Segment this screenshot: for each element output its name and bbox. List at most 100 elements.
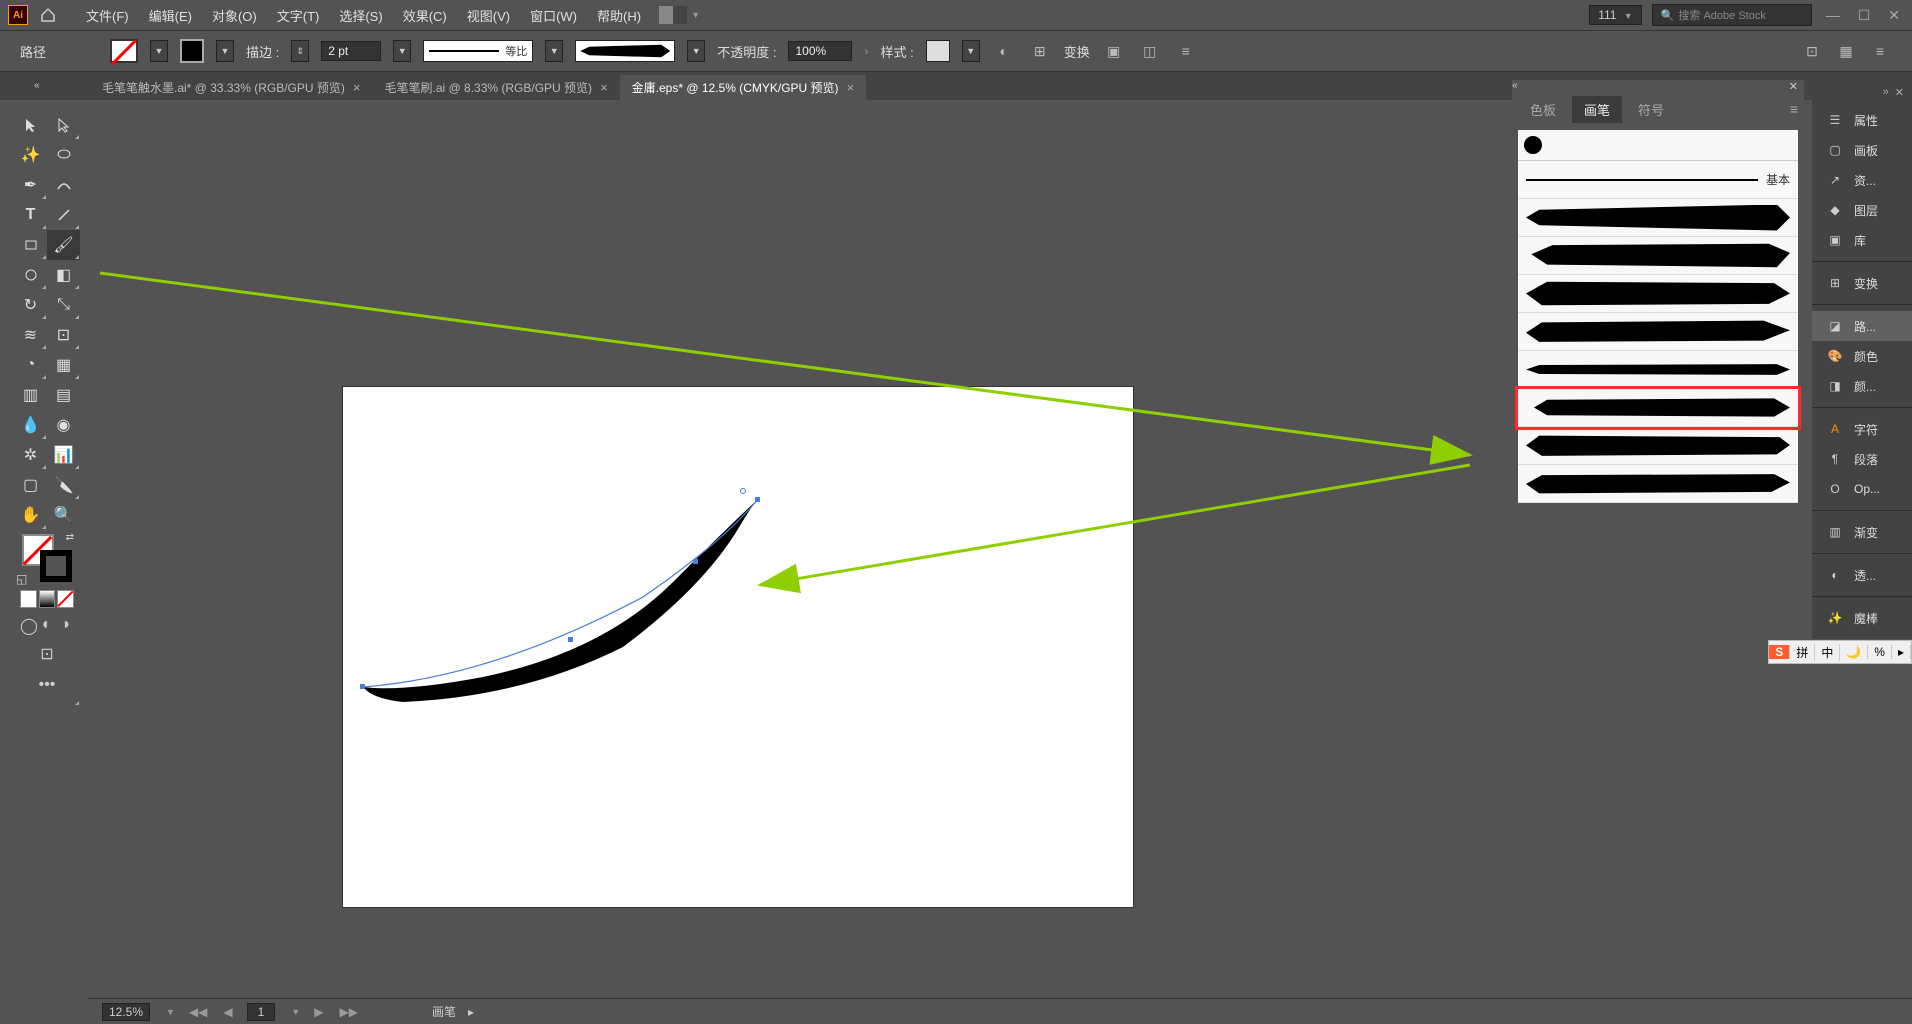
menu-edit[interactable]: 编辑(E) — [139, 6, 202, 25]
artboard-prev-icon[interactable]: ◀ — [221, 1005, 234, 1019]
draw-behind-icon[interactable]: ◐ — [42, 616, 56, 634]
curvature-tool[interactable] — [47, 170, 80, 200]
menu-view[interactable]: 视图(V) — [457, 6, 520, 25]
shape-builder-tool[interactable]: ◔ — [14, 350, 47, 380]
screen-mode-button[interactable]: ⊡ — [14, 638, 80, 670]
brush-ink-7[interactable] — [1518, 427, 1798, 465]
dock-close-icon[interactable]: ✕ — [1895, 86, 1904, 99]
dock-transparency[interactable]: ◐透... — [1812, 560, 1912, 590]
draw-inside-icon[interactable]: ◑ — [60, 616, 74, 634]
artboard-last-icon[interactable]: ▶▶ — [338, 1005, 360, 1019]
panel-flyout-menu-icon[interactable]: ≡ — [1790, 101, 1798, 117]
type-tool[interactable]: T — [14, 200, 47, 230]
dock-collapse-icon[interactable]: » — [1883, 86, 1889, 99]
stroke-weight-stepper[interactable]: ⇕ — [291, 40, 309, 62]
rectangle-tool[interactable] — [14, 230, 47, 260]
dock-layers[interactable]: ◆图层 — [1812, 195, 1912, 225]
doc-tab-3[interactable]: 金庸.eps* @ 12.5% (CMYK/GPU 预览) × — [620, 75, 867, 100]
brush-ink-4[interactable] — [1518, 313, 1798, 351]
lasso-tool[interactable] — [47, 140, 80, 170]
scale-tool[interactable]: ⤡ — [47, 290, 80, 320]
artboard-caret-icon[interactable]: ▼ — [291, 1007, 300, 1017]
brush-ink-8[interactable] — [1518, 465, 1798, 503]
direct-selection-tool[interactable] — [47, 110, 80, 140]
dock-asset-export[interactable]: ↗资... — [1812, 165, 1912, 195]
artboard-number[interactable]: 1 — [247, 1003, 276, 1021]
symbol-sprayer-tool[interactable]: ✲ — [14, 440, 47, 470]
dock-properties[interactable]: ☰属性 — [1812, 105, 1912, 135]
magic-wand-tool[interactable]: ✨ — [14, 140, 47, 170]
status-more-icon[interactable]: ▸ — [468, 1005, 474, 1019]
panel-tab-swatches[interactable]: 色板 — [1518, 96, 1568, 123]
ink-brush-stroke[interactable] — [343, 487, 843, 737]
dock-opentype[interactable]: OOp... — [1812, 474, 1912, 504]
color-mode-gradient[interactable] — [39, 590, 56, 608]
workspace-caret-icon[interactable]: ▼ — [691, 10, 700, 20]
profile-dropdown[interactable]: ▼ — [545, 40, 563, 62]
brush-ink-6-selected[interactable] — [1518, 389, 1798, 427]
tab-close-icon[interactable]: × — [600, 80, 608, 95]
paintbrush-tool[interactable]: 🖌 — [47, 230, 80, 260]
width-tool[interactable]: ≋ — [14, 320, 47, 350]
slice-tool[interactable]: 🔪 — [47, 470, 80, 500]
mesh-tool[interactable]: ▥ — [14, 380, 47, 410]
opacity-input[interactable] — [788, 41, 852, 61]
graphic-style-swatch[interactable] — [926, 40, 950, 62]
doc-tab-2[interactable]: 毛笔笔刷.ai @ 8.33% (RGB/GPU 预览) × — [373, 75, 620, 100]
panel-tab-symbols[interactable]: 符号 — [1626, 96, 1676, 123]
arrange-icon[interactable]: ≡ — [1174, 39, 1198, 63]
brush-ink-3[interactable] — [1518, 275, 1798, 313]
brush-ink-5[interactable] — [1518, 351, 1798, 389]
brush-ink-1[interactable] — [1518, 199, 1798, 237]
stroke-box[interactable] — [40, 550, 72, 582]
brush-definition-preview[interactable] — [575, 40, 675, 62]
zoom-level[interactable]: 12.5% — [102, 1003, 150, 1021]
brush-thumbnail-row[interactable] — [1518, 130, 1798, 161]
shaper-tool[interactable] — [14, 260, 47, 290]
isolate-icon[interactable]: ▣ — [1102, 39, 1126, 63]
zoom-caret-icon[interactable]: ▼ — [166, 1007, 175, 1017]
artboard-tool[interactable]: ▢ — [14, 470, 47, 500]
view-zoom-display[interactable]: 111 ▼ — [1589, 5, 1642, 25]
align-icon[interactable]: ⊞ — [1028, 39, 1052, 63]
workspace-switcher[interactable] — [659, 6, 687, 24]
dock-color-guide[interactable]: ◨颜... — [1812, 371, 1912, 401]
menu-object[interactable]: 对象(O) — [202, 6, 267, 25]
brush-ink-2[interactable] — [1518, 237, 1798, 275]
perspective-grid-tool[interactable]: ▦ — [47, 350, 80, 380]
line-segment-tool[interactable] — [47, 200, 80, 230]
dock-artboards[interactable]: ▢画板 — [1812, 135, 1912, 165]
fill-swatch[interactable] — [110, 39, 138, 63]
panel-collapse-icon[interactable]: « — [1512, 80, 1518, 91]
brush-dropdown[interactable]: ▼ — [687, 40, 705, 62]
home-icon[interactable] — [40, 7, 56, 23]
doc-tab-1[interactable]: 毛笔笔触水墨.ai* @ 33.33% (RGB/GPU 预览) × — [90, 75, 373, 100]
selection-tool[interactable] — [14, 110, 47, 140]
panel-close-icon[interactable]: ✕ — [1789, 80, 1798, 93]
ime-toolbar[interactable]: S 拼 中 🌙 % ▸ — [1768, 640, 1912, 664]
brush-basic[interactable]: 基本 — [1518, 161, 1798, 199]
tab-close-icon[interactable]: × — [353, 80, 361, 95]
dock-transform[interactable]: ⊞变换 — [1812, 268, 1912, 298]
fill-stroke-control[interactable]: ⇄ ◱ — [14, 530, 80, 586]
color-mode-solid[interactable] — [20, 590, 37, 608]
dock-paragraph[interactable]: ¶段落 — [1812, 444, 1912, 474]
variable-width-profile[interactable]: 等比 — [423, 40, 533, 62]
opacity-caret-icon[interactable]: › — [864, 44, 868, 58]
artboard-first-icon[interactable]: ◀◀ — [187, 1005, 209, 1019]
menu-help[interactable]: 帮助(H) — [587, 6, 651, 25]
ime-mode-chinese[interactable]: 中 — [1815, 644, 1840, 661]
menu-type[interactable]: 文字(T) — [267, 6, 330, 25]
style-dropdown[interactable]: ▼ — [962, 40, 980, 62]
artboard-next-icon[interactable]: ▶ — [312, 1005, 325, 1019]
hand-tool[interactable]: ✋ — [14, 500, 47, 530]
search-stock-input[interactable]: 🔍 搜索 Adobe Stock — [1652, 4, 1812, 26]
dock-color[interactable]: 🎨颜色 — [1812, 341, 1912, 371]
blend-tool[interactable]: ◉ — [47, 410, 80, 440]
transform-label[interactable]: 变换 — [1064, 42, 1090, 61]
stroke-swatch[interactable] — [180, 39, 204, 63]
ime-percent-icon[interactable]: % — [1868, 645, 1892, 659]
minimize-button[interactable]: — — [1822, 7, 1844, 24]
edit-toolbar-button[interactable]: ••• — [14, 670, 80, 700]
preferences-icon[interactable]: ▦ — [1834, 39, 1858, 63]
